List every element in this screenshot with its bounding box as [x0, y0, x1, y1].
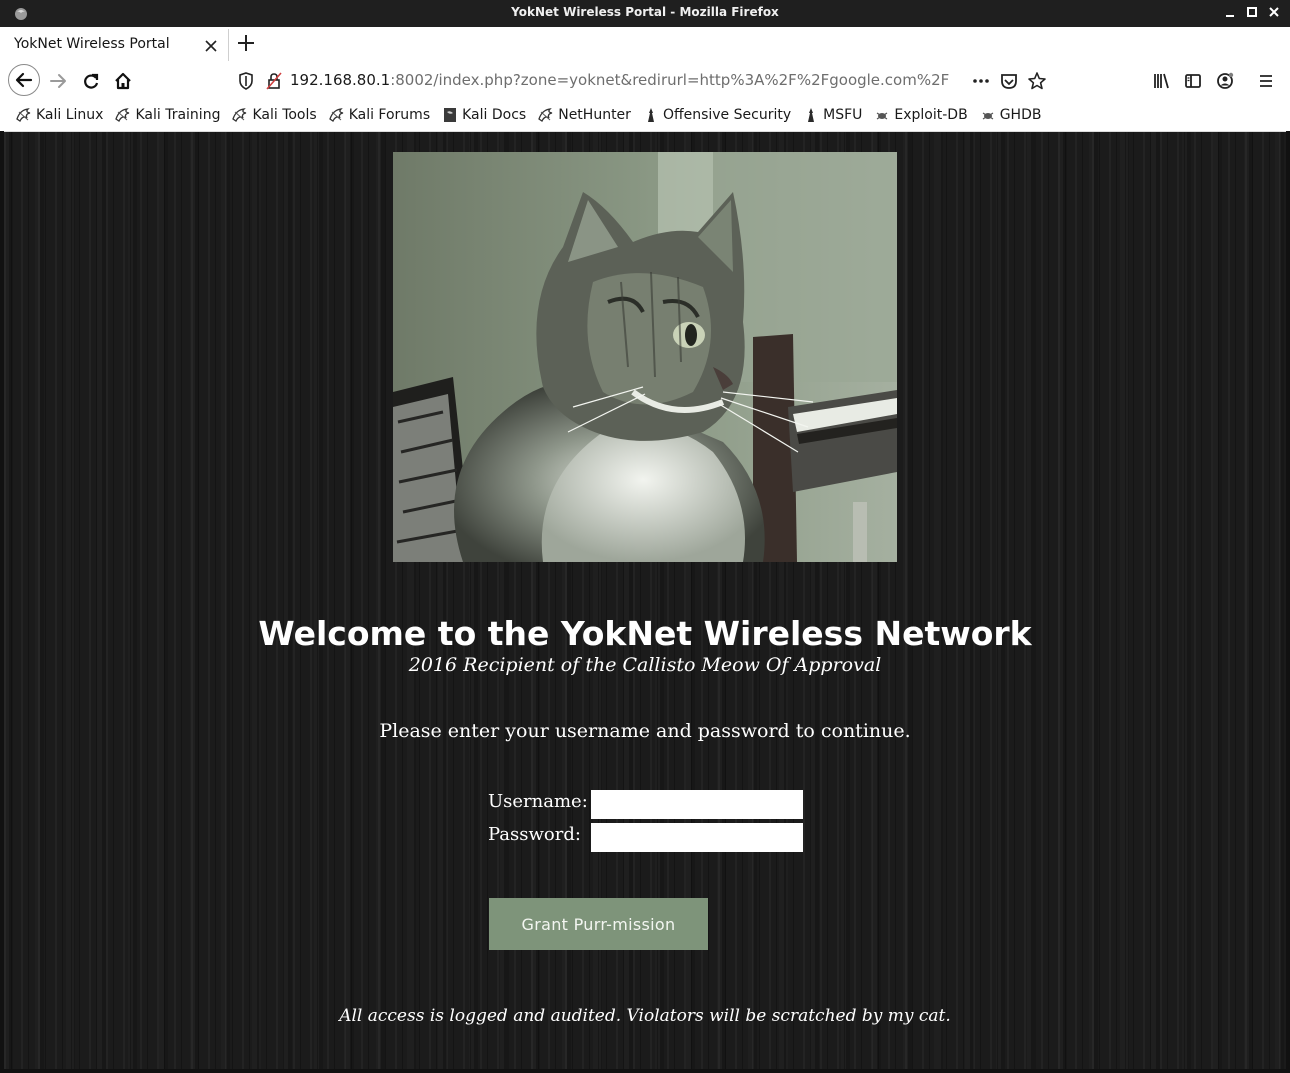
cat-photo — [393, 152, 897, 562]
kali-dragon-icon — [328, 107, 345, 123]
hamburger-menu-icon[interactable] — [1251, 66, 1281, 96]
bookmark-star-icon[interactable] — [1022, 66, 1052, 96]
library-icon[interactable] — [1146, 66, 1176, 96]
username-input[interactable] — [591, 790, 803, 819]
bookmark-item[interactable]: Offensive Security — [643, 107, 791, 123]
tab-strip: YokNet Wireless Portal — [0, 27, 1290, 61]
new-tab-icon[interactable] — [236, 33, 256, 53]
bookmark-item[interactable]: Kali Docs — [442, 107, 526, 123]
kali-dragon-icon — [115, 107, 131, 123]
welcome-heading: Welcome to the YokNet Wireless Network — [258, 614, 1032, 653]
kali-dragon-icon — [232, 107, 248, 123]
window-titlebar: YokNet Wireless Portal - Mozilla Firefox — [0, 0, 1290, 27]
bookmark-item[interactable]: Kali Tools — [232, 107, 317, 123]
window-border-bottom — [0, 1069, 1290, 1073]
maximize-icon[interactable] — [1244, 4, 1260, 20]
grant-purr-mission-button[interactable]: Grant Purr-mission — [489, 898, 708, 950]
bookmarks-list: Kali Linux Kali Training Kali Tools Kali Fo… — [16, 107, 1053, 123]
url-path: :8002/index.php?zone=yoknet&redirurl=htt… — [390, 71, 950, 89]
password-input[interactable] — [591, 823, 803, 852]
bookmark-item[interactable]: Kali Training — [115, 107, 220, 123]
insecure-lock-icon[interactable] — [266, 72, 282, 94]
subtitle: 2016 Recipient of the Callisto Meow Of A… — [408, 654, 882, 676]
kali-dragon-icon — [538, 107, 554, 123]
bookmark-item[interactable]: Kali Forums — [328, 107, 431, 123]
tracking-shield-icon[interactable] — [238, 72, 254, 94]
window-title: YokNet Wireless Portal - Mozilla Firefox — [511, 5, 779, 19]
forward-arrow-icon[interactable] — [44, 66, 74, 96]
tab-yoknet-portal[interactable]: YokNet Wireless Portal — [4, 29, 229, 61]
page-actions-menu-icon[interactable] — [966, 66, 996, 96]
bookmark-label: Exploit-DB — [894, 107, 968, 123]
kali-dragon-icon — [16, 107, 32, 123]
account-icon[interactable] — [1210, 66, 1240, 96]
bookmarks-toolbar: Kali Linux Kali Training Kali Tools Kali Fo… — [0, 101, 1290, 132]
sidebar-toggle-icon[interactable] — [1178, 66, 1208, 96]
home-icon[interactable] — [108, 66, 138, 96]
bookmark-label: Kali Tools — [252, 107, 317, 123]
bookmark-label: NetHunter — [558, 107, 631, 123]
window-border-right — [1286, 131, 1290, 1073]
url-text[interactable]: 192.168.80.1:8002/index.php?zone=yoknet&… — [290, 71, 949, 89]
bookmark-label: Kali Forums — [348, 107, 431, 123]
access-warning: All access is logged and audited. Violat… — [339, 1006, 951, 1026]
tab-close-icon[interactable] — [204, 38, 218, 52]
reload-icon[interactable] — [76, 66, 106, 96]
password-label: Password: — [488, 824, 581, 845]
bookmark-label: Offensive Security — [662, 107, 792, 123]
username-label: Username: — [488, 791, 588, 812]
tab-label: YokNet Wireless Portal — [14, 36, 170, 52]
bookmark-label: Kali Training — [135, 107, 221, 123]
bookmark-label: Kali Linux — [36, 107, 104, 123]
url-host: 192.168.80.1 — [290, 71, 391, 89]
login-prompt: Please enter your username and password … — [379, 720, 911, 742]
minimize-icon[interactable] — [1222, 4, 1238, 20]
bookmark-label: Kali Docs — [462, 107, 527, 123]
bookmark-item[interactable]: MSFU — [803, 107, 862, 123]
offsec-icon — [643, 107, 659, 123]
offsec-icon — [803, 107, 819, 123]
navigation-toolbar: 192.168.80.1:8002/index.php?zone=yoknet&… — [0, 61, 1290, 101]
back-arrow-icon[interactable] — [8, 64, 40, 96]
exploitdb-bug-icon — [980, 107, 996, 123]
close-window-icon[interactable] — [1266, 4, 1282, 20]
bookmark-item[interactable]: GHDB — [980, 107, 1042, 123]
url-bar[interactable]: 192.168.80.1:8002/index.php?zone=yoknet&… — [232, 67, 1062, 95]
bookmark-item[interactable]: Exploit-DB — [874, 107, 968, 123]
bookmark-label: GHDB — [999, 107, 1042, 123]
docs-icon — [442, 107, 458, 123]
portal-page: Welcome to the YokNet Wireless Network 2… — [4, 132, 1286, 1069]
bookmark-item[interactable]: Kali Linux — [16, 107, 103, 123]
pocket-icon[interactable] — [994, 66, 1024, 96]
bookmark-item[interactable]: NetHunter — [538, 107, 631, 123]
bookmark-label: MSFU — [823, 107, 863, 123]
exploitdb-bug-icon — [874, 107, 890, 123]
